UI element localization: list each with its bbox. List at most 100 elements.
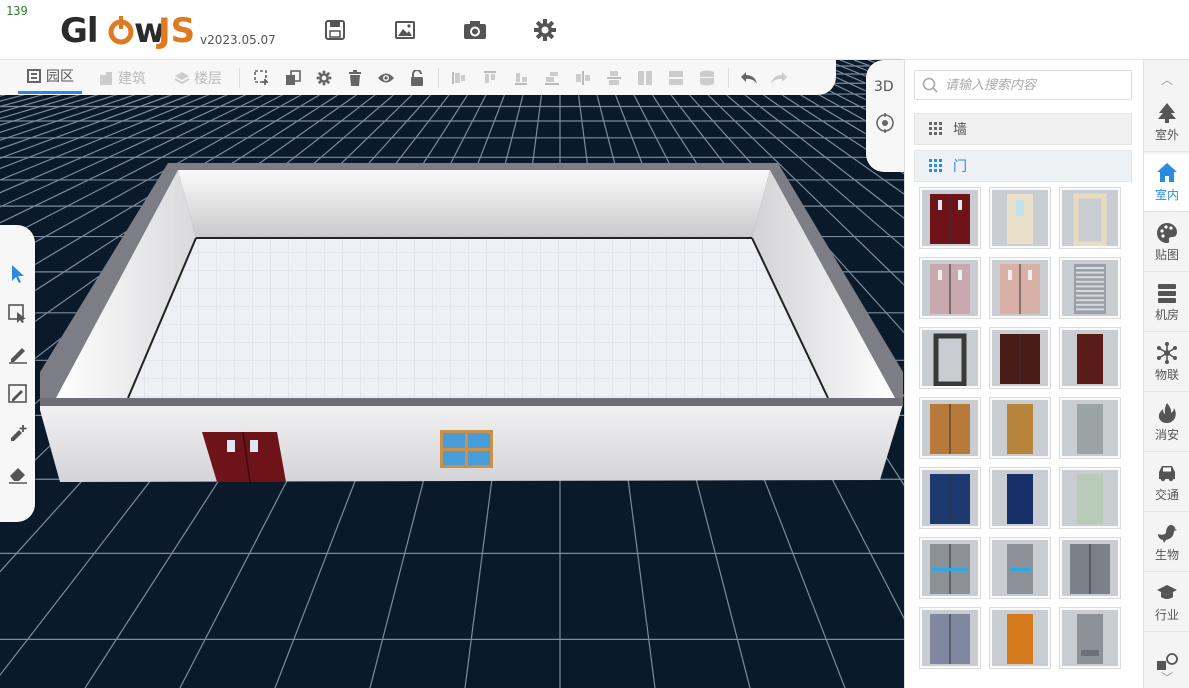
- category-wall-label: 墙: [953, 122, 967, 138]
- distribute-h-icon: [576, 71, 590, 85]
- align-left-icon: [452, 72, 465, 84]
- category-home[interactable]: 室内: [1144, 154, 1189, 212]
- category-wall[interactable]: 墙: [914, 113, 1132, 145]
- asset-thumb-cream-glass-door[interactable]: [989, 187, 1051, 249]
- asset-thumb-grey-panic-bar-double-door[interactable]: [919, 537, 981, 599]
- camera-icon: [464, 21, 486, 39]
- split-h-button[interactable]: [665, 67, 687, 89]
- asset-thumb-brown-double-door[interactable]: [989, 327, 1051, 389]
- save-button[interactable]: [320, 15, 350, 45]
- asset-thumb-door-frame[interactable]: [1059, 187, 1121, 249]
- compass-icon[interactable]: [875, 113, 895, 133]
- screenshot-button[interactable]: [390, 15, 420, 45]
- category-bird[interactable]: 生物: [1144, 514, 1189, 572]
- copy-button[interactable]: [282, 67, 304, 89]
- select-tool[interactable]: [6, 262, 30, 286]
- add-object-button[interactable]: [251, 67, 273, 89]
- asset-thumb-blue-double-door[interactable]: [919, 467, 981, 529]
- asset-thumb-orange-single-door[interactable]: [989, 607, 1051, 669]
- door-preview-image: [992, 260, 1048, 316]
- category-door[interactable]: 门: [914, 150, 1132, 182]
- asset-thumb-grey-double-door[interactable]: [1059, 537, 1121, 599]
- undo-button[interactable]: [738, 67, 760, 89]
- lock-button[interactable]: [406, 67, 428, 89]
- category-fire[interactable]: 消安: [1144, 394, 1189, 452]
- split-v-button[interactable]: [634, 67, 656, 89]
- tab-building-label: 建筑: [118, 70, 146, 87]
- eraser-tool[interactable]: [6, 462, 30, 486]
- toolbar-divider: [438, 68, 439, 88]
- asset-thumb-pale-green-door[interactable]: [1059, 467, 1121, 529]
- server-icon: [1158, 284, 1176, 303]
- asset-thumb-grey-single-door[interactable]: [1059, 397, 1121, 459]
- distribute-v-button[interactable]: [603, 67, 625, 89]
- search-input[interactable]: [945, 72, 1125, 98]
- asset-thumb-louvered-vent-door[interactable]: [1059, 257, 1121, 319]
- add-point-tool[interactable]: [6, 422, 30, 446]
- align-left-button[interactable]: [448, 67, 470, 89]
- object-settings-button[interactable]: [313, 67, 335, 89]
- category-graduation-cap[interactable]: 行业: [1144, 574, 1189, 632]
- category-palette[interactable]: 贴图: [1144, 214, 1189, 272]
- asset-thumb-grey-panic-bar-door[interactable]: [989, 537, 1051, 599]
- bird-icon: [1158, 525, 1177, 543]
- door-preview-image: [1062, 190, 1118, 246]
- asset-thumb-pink-double-door[interactable]: [919, 257, 981, 319]
- door-preview-image: [922, 190, 978, 246]
- door-preview-image: [1062, 330, 1118, 386]
- stack-button[interactable]: [696, 67, 718, 89]
- asset-thumb-wood-single-door[interactable]: [989, 397, 1051, 459]
- logo-graphic: Gl w JS: [60, 11, 195, 51]
- redo-button[interactable]: [768, 67, 790, 89]
- chevron-down-icon: ﹀: [1160, 670, 1173, 685]
- draw-line-tool[interactable]: [6, 342, 30, 366]
- edit-shape-tool[interactable]: [6, 382, 30, 406]
- distribute-v-icon: [607, 71, 621, 85]
- category-server[interactable]: 机房: [1144, 274, 1189, 332]
- box-select-tool[interactable]: [6, 302, 30, 326]
- room-model[interactable]: [40, 163, 903, 483]
- category-label: 消安: [1154, 428, 1179, 442]
- door-preview-image: [1062, 610, 1118, 666]
- stack-icon: [700, 70, 714, 86]
- asset-thumb-brown-single-door[interactable]: [1059, 327, 1121, 389]
- align-bottom-left-button[interactable]: [510, 67, 532, 89]
- category-car[interactable]: 交通: [1144, 454, 1189, 512]
- tab-building[interactable]: 建筑: [96, 60, 148, 95]
- asset-thumb-navy-single-door[interactable]: [989, 467, 1051, 529]
- split-h-icon: [669, 71, 683, 85]
- window-object[interactable]: [440, 430, 493, 468]
- edit-shape-icon: [8, 384, 27, 403]
- app-version: v2023.05.07: [200, 33, 276, 47]
- search-icon: [922, 77, 938, 93]
- visibility-button[interactable]: [375, 67, 397, 89]
- park-icon: [27, 68, 41, 83]
- scroll-down-button[interactable]: ﹀: [1144, 668, 1189, 686]
- tree-icon: [1158, 103, 1176, 123]
- delete-button[interactable]: [344, 67, 366, 89]
- settings-icon: [316, 70, 332, 86]
- unlock-icon: [411, 70, 423, 86]
- category-tree[interactable]: 室外: [1144, 94, 1189, 152]
- asset-thumb-grey-vent-door[interactable]: [1059, 607, 1121, 669]
- asset-thumb-wood-double-door[interactable]: [919, 397, 981, 459]
- left-tool-panel: [0, 225, 35, 522]
- asset-thumb-grey-double-door-2[interactable]: [919, 607, 981, 669]
- distribute-h-button[interactable]: [572, 67, 594, 89]
- asset-thumb-dark-frame-door[interactable]: [919, 327, 981, 389]
- gear-icon: [534, 19, 556, 41]
- category-door-label: 门: [953, 159, 967, 175]
- asset-thumb-dark-red-double-door[interactable]: [919, 187, 981, 249]
- align-bottom-button[interactable]: [541, 67, 563, 89]
- eye-icon: [378, 73, 394, 83]
- settings-button[interactable]: [530, 15, 560, 45]
- camera-button[interactable]: [460, 15, 490, 45]
- view-3d-toggle[interactable]: 3D: [874, 79, 894, 95]
- align-top-button[interactable]: [479, 67, 501, 89]
- door-preview-image: [922, 540, 978, 596]
- scroll-up-button[interactable]: ︿: [1144, 70, 1189, 88]
- tab-floor[interactable]: 楼层: [172, 60, 224, 95]
- tab-park[interactable]: 园区: [18, 60, 82, 94]
- category-network[interactable]: 物联: [1144, 334, 1189, 392]
- asset-thumb-peach-double-door[interactable]: [989, 257, 1051, 319]
